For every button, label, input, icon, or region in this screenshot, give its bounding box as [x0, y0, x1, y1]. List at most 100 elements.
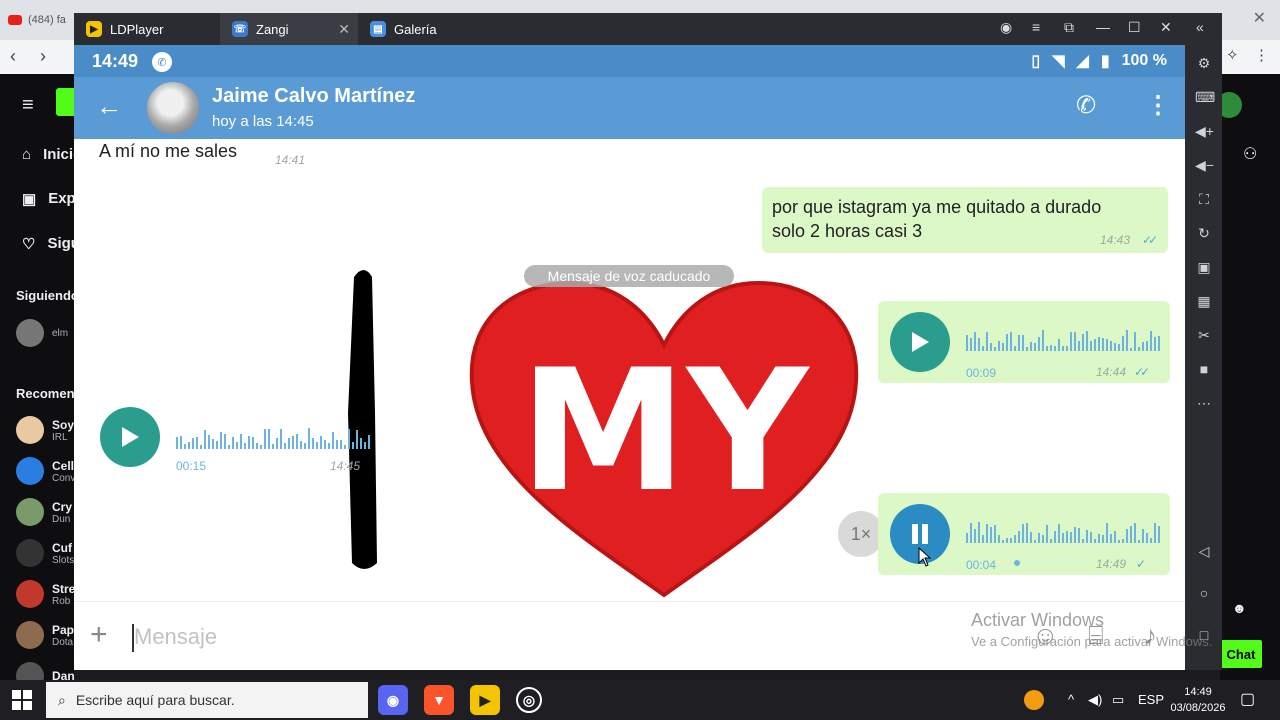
volume-up-icon[interactable]: ◀+ — [1195, 123, 1214, 140]
following-section-title: Siguiendo — [16, 288, 74, 303]
record-icon[interactable]: ■ — [1195, 361, 1213, 377]
user-settings-icon[interactable]: ⚇ — [1243, 144, 1257, 164]
tab-galeria[interactable]: ▤ Galería — [358, 13, 498, 45]
signal-icon: ◢ — [1076, 53, 1089, 70]
network-icon[interactable]: ▭ — [1112, 692, 1124, 708]
back-arrow-icon[interactable]: ‹ — [10, 46, 16, 67]
ldplayer-icon[interactable]: ▶ — [470, 685, 500, 715]
restore-icon[interactable]: ⧉ — [1064, 19, 1074, 36]
channel-item[interactable]: Pap Dota — [16, 621, 74, 649]
settings-icon[interactable]: ⚙ — [1195, 55, 1213, 72]
browser-menu-icon[interactable]: ⋮ — [1254, 46, 1269, 64]
emote-icon[interactable]: ☻ — [1232, 600, 1247, 616]
contact-avatar[interactable] — [147, 82, 199, 134]
apk-icon[interactable]: ▦ — [1195, 293, 1213, 310]
account-icon[interactable]: ◉ — [1000, 19, 1012, 36]
keyboard-icon[interactable]: ⌨ — [1195, 89, 1215, 106]
outgoing-voice-bubble[interactable]: 00:09 14:44 ✓✓ — [878, 301, 1170, 383]
more-vert-icon[interactable]: ⋮ — [1146, 91, 1170, 120]
obs-icon[interactable]: ◎ — [516, 687, 542, 713]
chevron-up-icon[interactable]: ^ — [1068, 692, 1074, 707]
collapse-icon[interactable]: « — [1196, 19, 1204, 35]
voice-waveform[interactable] — [176, 423, 372, 449]
nav-item-home[interactable]: ⌂ Inicio — [22, 146, 74, 163]
channel-item[interactable]: Stre Rob — [16, 580, 74, 608]
tab-zangi[interactable]: ☏ Zangi ✕ — [220, 13, 358, 45]
waveform-bar — [196, 437, 198, 449]
scissors-icon[interactable]: ✂ — [1195, 327, 1213, 344]
sync-icon[interactable]: ↻ — [1195, 225, 1213, 242]
playback-progress-dot[interactable] — [1014, 560, 1020, 566]
channel-item[interactable]: Danikongi — [16, 662, 74, 680]
last-seen: hoy a las 14:45 — [212, 113, 314, 130]
nav-back-icon[interactable]: ◁ — [1195, 543, 1213, 560]
outgoing-voice-bubble[interactable]: 00:04 14:49 ✓ — [878, 493, 1170, 575]
play-button[interactable] — [890, 312, 950, 372]
fullscreen-icon[interactable]: ⛶ — [1195, 191, 1213, 208]
taskbar-search[interactable]: ⌕ Escribe aquí para buscar. — [46, 682, 368, 718]
discord-icon[interactable]: ◉ — [378, 685, 408, 715]
forward-arrow-icon[interactable]: › — [40, 46, 46, 67]
waveform-bar — [1086, 331, 1088, 351]
app-tray-icon[interactable] — [1024, 690, 1044, 710]
close-icon[interactable]: ✕ — [1253, 8, 1266, 28]
taskbar-clock[interactable]: 14:49 03/08/2026 — [1170, 684, 1226, 716]
channel-item[interactable]: Cry Dun — [16, 498, 72, 526]
waveform-bar — [1118, 344, 1120, 351]
more-icon[interactable]: ⋯ — [1195, 395, 1213, 412]
outgoing-message-bubble[interactable]: por que istagram ya me quitado a durado … — [762, 187, 1168, 253]
chat-messages[interactable]: A mí no me sales 14:41 por que istagram … — [74, 139, 1185, 601]
language-indicator[interactable]: ESP — [1138, 692, 1164, 707]
sticker-text: MY — [520, 333, 811, 529]
windows-start-icon[interactable] — [12, 690, 32, 710]
voice-duration: 00:15 — [176, 459, 207, 473]
chat-button[interactable]: Chat — [1220, 640, 1262, 668]
screenshot-icon[interactable]: ▣ — [1195, 259, 1213, 276]
close-icon[interactable]: ✕ — [338, 21, 350, 38]
message-text-line: por que istagram ya me quitado a durado — [772, 197, 1102, 217]
following-channel[interactable]: elm — [16, 319, 68, 347]
channel-item[interactable]: Cuf Slots — [16, 539, 74, 567]
waveform-bar — [1050, 345, 1052, 351]
waveform-bar — [236, 442, 238, 449]
voice-waveform[interactable] — [966, 517, 1160, 543]
phone-icon[interactable]: ✆ — [1076, 91, 1096, 120]
close-icon[interactable]: ✕ — [1160, 19, 1172, 36]
kick-logo[interactable] — [56, 88, 74, 116]
waveform-bar — [1126, 529, 1128, 543]
contact-name[interactable]: Jaime Calvo Martínez — [212, 85, 415, 108]
nav-item-explore[interactable]: ▣ Explorar — [22, 190, 74, 208]
play-button[interactable] — [100, 407, 160, 467]
waveform-bar — [1142, 529, 1144, 543]
home-icon: ⌂ — [22, 146, 32, 163]
voice-expired-label: Mensaje de voz caducado — [524, 265, 734, 287]
nav-home-icon[interactable]: ○ — [1195, 585, 1213, 601]
message-text[interactable]: A mí no me sales — [99, 139, 237, 163]
voice-waveform[interactable] — [966, 325, 1160, 351]
message-text-line: solo 2 horas casi 3 — [772, 221, 923, 241]
extensions-icon[interactable]: ✧ — [1226, 46, 1239, 64]
maximize-icon[interactable]: ☐ — [1128, 19, 1141, 36]
channel-item[interactable]: Soy IRL — [16, 416, 74, 444]
nav-item-following[interactable]: ♡ Siguiendo — [22, 235, 74, 253]
browser-tab-youtube[interactable]: (484) fa — [8, 8, 74, 32]
hamburger-icon[interactable]: ≡ — [22, 94, 34, 117]
zangi-icon: ☏ — [232, 21, 248, 37]
volume-icon[interactable]: ◀) — [1088, 692, 1102, 708]
waveform-bar — [276, 438, 278, 449]
plus-icon[interactable]: + — [90, 618, 108, 652]
menu-icon[interactable]: ≡ — [1032, 19, 1040, 35]
waveform-bar — [1058, 524, 1060, 543]
brave-icon[interactable]: ▼ — [424, 685, 454, 715]
message-input[interactable]: Mensaje — [134, 624, 217, 650]
tab-ldplayer[interactable]: ▶ LDPlayer — [74, 13, 220, 45]
minimize-icon[interactable]: — — [1096, 19, 1110, 35]
waveform-bar — [1094, 539, 1096, 543]
volume-down-icon[interactable]: ◀− — [1195, 157, 1214, 174]
waveform-bar — [1138, 540, 1140, 543]
waveform-bar — [1078, 341, 1080, 351]
channel-item[interactable]: Cell Conv — [16, 457, 74, 485]
notification-icon[interactable]: ▢ — [1240, 689, 1255, 709]
back-arrow-icon[interactable]: ← — [96, 91, 122, 122]
heart-sticker[interactable]: MY — [466, 277, 862, 601]
